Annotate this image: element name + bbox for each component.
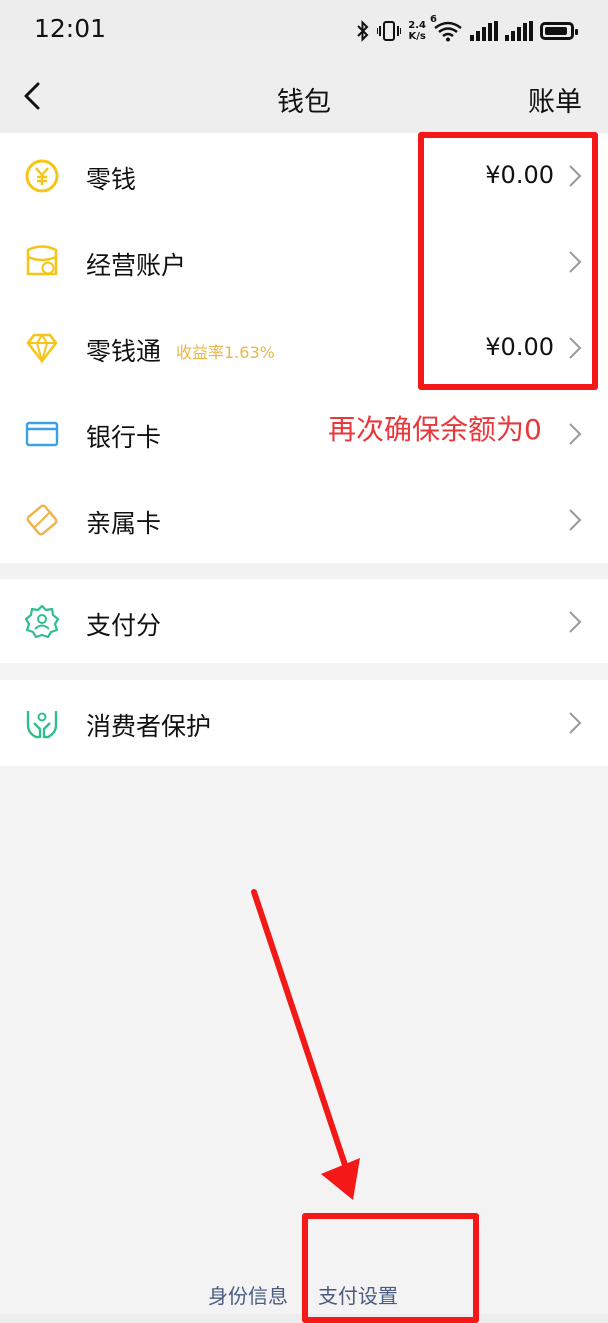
yield-rate-tag: 收益率1.63% (176, 343, 275, 362)
yen-coin-icon (25, 159, 59, 193)
item-label: 消费者保护 (86, 712, 212, 741)
diamond-icon (26, 333, 58, 365)
net-speed-value: 2.4 (408, 20, 426, 31)
annotation-highlight-box (418, 132, 598, 390)
page-title: 钱包 (277, 87, 331, 118)
item-label: 零钱 (86, 165, 137, 194)
item-label: 支付分 (86, 611, 162, 640)
battery-icon (540, 22, 578, 40)
vibrate-icon (377, 21, 402, 41)
annotation-highlight-box-settings (302, 1213, 479, 1323)
chevron-right-icon (569, 423, 582, 445)
chevron-right-icon (569, 712, 582, 734)
pay-score-badge-icon (24, 604, 60, 639)
bluetooth-icon (357, 20, 369, 42)
signal-icon-2 (505, 21, 533, 41)
bill-button[interactable]: 账单 (528, 80, 582, 119)
item-label: 亲属卡 (86, 509, 162, 538)
status-icons: 2.4 K/s 6 (356, 14, 578, 48)
family-card-icon (26, 504, 58, 536)
business-account-icon (26, 245, 58, 276)
wifi-icon: 6 (430, 14, 463, 42)
item-label: 经营账户 (86, 251, 187, 280)
status-bar: 12:01 2.4 K/s 6 (0, 0, 608, 62)
nav-bar: 钱包 账单 (0, 62, 608, 132)
consumer-protection-item[interactable]: 消费者保护 (0, 680, 608, 766)
signal-icon-1 (470, 21, 498, 41)
annotation-note: 再次确保余额为0 (328, 413, 542, 446)
item-label: 零钱通 (86, 337, 162, 366)
pay-score-card: 支付分 (0, 579, 608, 663)
net-speed: 2.4 K/s (408, 20, 426, 42)
net-speed-unit: K/s (408, 31, 426, 42)
protection-hands-icon (26, 711, 58, 739)
consumer-protection-card: 消费者保护 (0, 680, 608, 766)
chevron-right-icon (569, 509, 582, 531)
status-time: 12:01 (34, 14, 107, 43)
bank-card-icon (25, 421, 59, 447)
wallet-item-family-card[interactable]: 亲属卡 (0, 477, 608, 563)
wifi-badge: 6 (430, 14, 437, 25)
identity-info-link[interactable]: 身份信息 (208, 1280, 288, 1309)
chevron-right-icon (569, 611, 582, 633)
pay-score-item[interactable]: 支付分 (0, 579, 608, 665)
item-label: 银行卡 (86, 423, 162, 452)
